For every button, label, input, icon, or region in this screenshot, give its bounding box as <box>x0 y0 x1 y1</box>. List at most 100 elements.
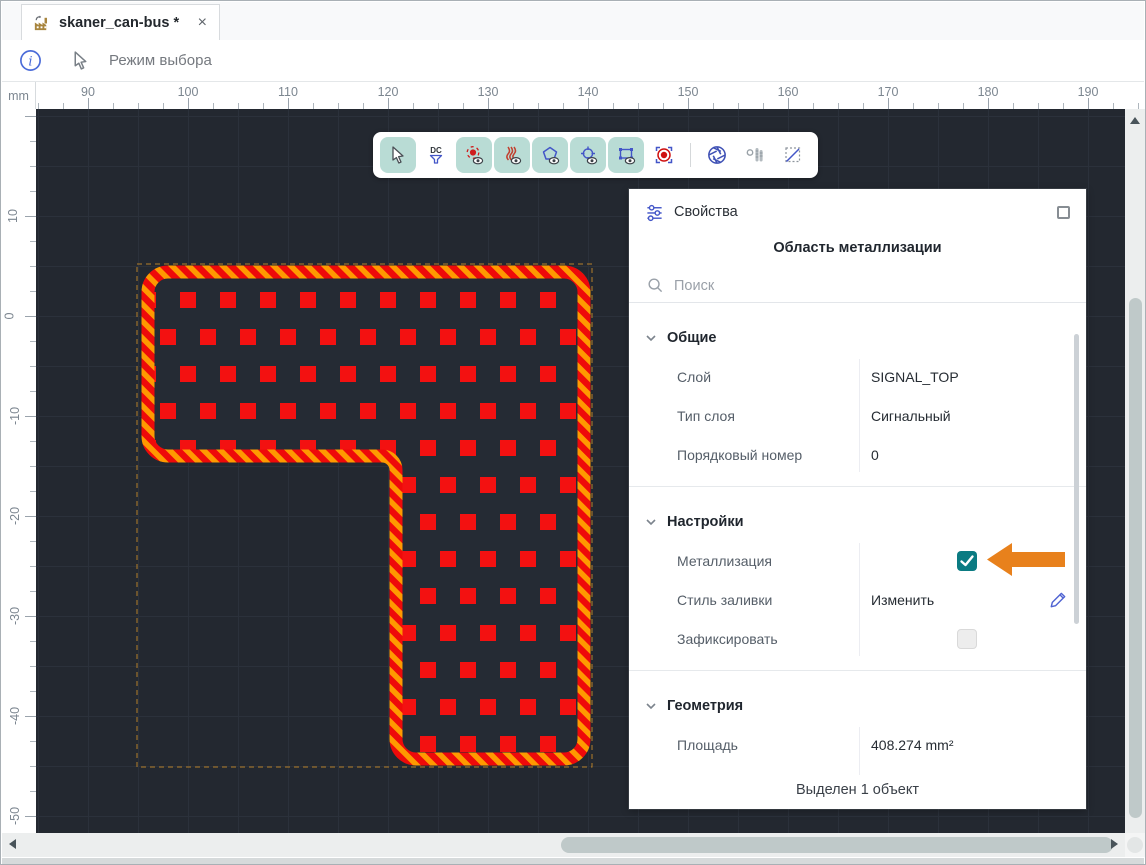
selection-rect-tool[interactable] <box>775 137 811 173</box>
property-row-fill-style: Стиль заливки Изменить <box>629 580 1086 619</box>
metallization-checkbox[interactable] <box>957 550 977 571</box>
svg-text:i: i <box>28 54 32 69</box>
toolbar-separator <box>690 143 691 167</box>
section-settings: Настройки Металлизация Стиль заливки Изм… <box>629 487 1086 671</box>
show-regions-tool[interactable] <box>608 137 644 173</box>
chevron-down-icon <box>646 703 656 710</box>
section-general-header[interactable]: Общие <box>629 323 1086 353</box>
ruler-tick-label: -30 <box>8 606 23 626</box>
annotation-arrow <box>987 541 1065 581</box>
section-general: Общие Слой SIGNAL_TOP Тип слоя Сигнальны… <box>629 303 1086 487</box>
section-label: Общие <box>667 330 717 346</box>
scroll-left-icon[interactable] <box>9 839 16 849</box>
property-value[interactable]: SIGNAL_TOP <box>859 369 1086 385</box>
pencil-icon[interactable] <box>1049 590 1068 609</box>
float-window-icon[interactable] <box>1057 205 1070 219</box>
mode-toolbar: i Режим выбора <box>2 40 1144 82</box>
aperture-tool[interactable] <box>699 137 735 173</box>
scroll-right-icon[interactable] <box>1111 839 1118 849</box>
select-mode-cursor-icon <box>70 50 91 71</box>
scrollbar-corner <box>1125 833 1145 857</box>
floating-toolbar: DC <box>373 132 818 178</box>
section-geometry-header[interactable]: Геометрия <box>629 691 1086 721</box>
chevron-down-icon <box>646 519 656 526</box>
ruler-unit-label: mm <box>2 82 36 109</box>
window-bottom-edge <box>2 858 1144 864</box>
ruler-tick-label: -10 <box>8 406 23 426</box>
ruler-tick-label: 100 <box>177 85 199 99</box>
fill-style-edit-link[interactable]: Изменить <box>871 592 934 608</box>
section-label: Геометрия <box>667 698 744 714</box>
properties-panel-header: Свойства <box>629 189 1086 235</box>
ruler-tick-label: -50 <box>8 806 23 826</box>
select-tool[interactable] <box>380 137 416 173</box>
section-settings-header[interactable]: Настройки <box>629 507 1086 537</box>
property-label: Слой <box>677 368 712 385</box>
ruler-tick-label: 120 <box>377 85 399 99</box>
pad-style-tool[interactable] <box>646 137 682 173</box>
horizontal-scrollbar-thumb[interactable] <box>561 837 1113 853</box>
property-label: Зафиксировать <box>677 630 778 647</box>
tab-close-icon[interactable]: × <box>196 14 209 32</box>
property-value: 0 <box>871 446 879 463</box>
vertical-scrollbar-thumb[interactable] <box>1129 298 1142 818</box>
tab-skaner-can-bus[interactable]: skaner_can-bus * × <box>21 4 220 41</box>
property-label: Металлизация <box>677 552 772 569</box>
horizontal-scrollbar[interactable] <box>2 833 1125 857</box>
property-row-layer: Слой SIGNAL_TOP <box>629 357 1086 396</box>
property-label: Порядковый номер <box>677 446 803 463</box>
search-row <box>629 269 1086 303</box>
info-icon[interactable]: i <box>19 49 42 72</box>
property-row-order: Порядковый номер 0 <box>629 435 1086 474</box>
properties-panel: Свойства Область металлизации Общие Сл <box>629 189 1086 809</box>
show-pads-tool[interactable] <box>456 137 492 173</box>
drill-tool[interactable] <box>737 137 773 173</box>
selection-status: Выделен 1 объект <box>629 775 1086 809</box>
ruler-tick-label: -40 <box>8 706 23 726</box>
ruler-tick-label: 150 <box>677 85 699 99</box>
checkmark-icon <box>960 554 974 566</box>
ruler-tick-label: 160 <box>777 85 799 99</box>
property-value: Сигнальный <box>871 407 951 424</box>
property-row-layer-type: Тип слоя Сигнальный <box>629 396 1086 435</box>
tab-title: skaner_can-bus * <box>59 15 180 31</box>
ruler-tick-label: -20 <box>8 506 23 526</box>
ruler-tick-label: 180 <box>977 85 999 99</box>
search-input[interactable] <box>674 277 1068 294</box>
property-label: Стиль заливки <box>677 591 773 608</box>
ruler-tick-label: 140 <box>577 85 599 99</box>
show-vias-tool[interactable] <box>570 137 606 173</box>
tab-bar: skaner_can-bus * × <box>2 2 1144 41</box>
vertical-scrollbar[interactable] <box>1125 109 1145 849</box>
chevron-down-icon <box>646 335 656 342</box>
ruler-tick-label: 130 <box>477 85 499 99</box>
property-row-area: Площадь 408.274 mm² <box>629 725 1086 764</box>
panel-title: Свойства <box>674 204 738 220</box>
sliders-icon <box>645 203 664 222</box>
show-polygons-tool[interactable] <box>532 137 568 173</box>
ruler-tick-label: 190 <box>1077 85 1099 99</box>
property-row-metallization: Металлизация <box>629 541 1086 580</box>
lock-checkbox[interactable] <box>957 628 977 649</box>
ruler-tick-label: 90 <box>81 85 95 99</box>
property-label: Площадь <box>677 736 738 753</box>
region-thermal-dots <box>148 272 584 759</box>
property-row-lock: Зафиксировать <box>629 619 1086 658</box>
dc-filter-tool[interactable]: DC <box>418 137 454 173</box>
panel-scrollbar-thumb[interactable] <box>1074 334 1079 624</box>
svg-text:DC: DC <box>430 146 442 155</box>
board-document-icon <box>32 14 51 33</box>
ruler-tick-label: 170 <box>877 85 899 99</box>
scroll-up-icon[interactable] <box>1130 117 1140 124</box>
object-title: Область металлизации <box>773 240 942 256</box>
ruler-tick-label: 110 <box>278 85 298 99</box>
property-value: 408.274 mm² <box>871 736 954 753</box>
pcb-canvas[interactable]: DC Свойства Область металлизации Поиск О… <box>36 109 1125 833</box>
ruler-tick-label: 0 <box>2 312 17 320</box>
search-icon <box>647 277 664 294</box>
vertical-ruler: 10 0 -10 -20 -30 -40 -50 <box>2 109 36 833</box>
property-label: Тип слоя <box>677 407 735 424</box>
ruler-tick-label: 10 <box>5 209 20 223</box>
section-label: Настройки <box>667 514 744 530</box>
show-tracks-tool[interactable] <box>494 137 530 173</box>
